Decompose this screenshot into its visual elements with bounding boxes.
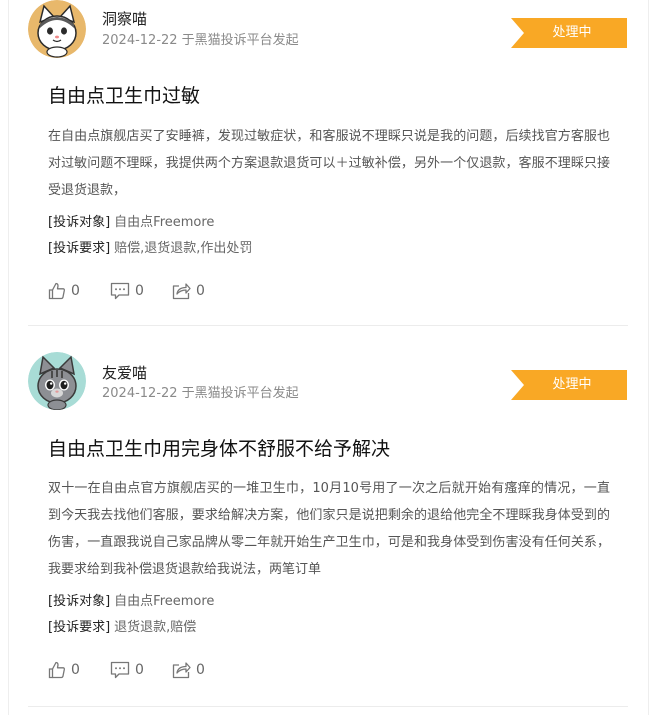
share-icon — [172, 662, 191, 679]
gray-cat-avatar-icon — [28, 352, 86, 410]
status-badge: 处理中 — [511, 18, 627, 48]
complaint-body: 双十一在自由点官方旗舰店买的一堆卫生巾，10月10号用了一次之后就开始有瘙痒的情… — [48, 481, 610, 577]
demand-label: [投诉要求] — [48, 241, 111, 256]
card-divider — [28, 325, 628, 326]
share-count: 0 — [196, 283, 205, 299]
target-value[interactable]: 自由点Freemore — [114, 594, 214, 609]
status-label: 处理中 — [552, 25, 592, 40]
status-label: 处理中 — [552, 377, 592, 392]
target-label: [投诉对象] — [48, 594, 111, 609]
share-button[interactable]: 0 — [172, 281, 205, 301]
avatar[interactable] — [28, 0, 86, 58]
complaint-target: [投诉对象] 自由点Freemore — [48, 214, 214, 232]
complaint-target: [投诉对象] 自由点Freemore — [48, 593, 214, 611]
demand-label: [投诉要求] — [48, 620, 111, 635]
post-meta: 2024-12-22 于黑猫投诉平台发起 — [102, 33, 299, 48]
comment-button[interactable]: 0 — [110, 660, 144, 680]
like-button[interactable]: 0 — [48, 660, 80, 680]
comment-button[interactable]: 0 — [110, 281, 144, 301]
user-name[interactable]: 洞察喵 — [102, 10, 147, 28]
complaint-card[interactable]: 友爱喵 2024-12-22 于黑猫投诉平台发起 处理中 自由点卫生巾用完身体不… — [0, 352, 651, 715]
complaint-title[interactable]: 自由点卫生巾用完身体不舒服不给予解决 — [48, 437, 628, 461]
thumbs-up-icon — [48, 282, 65, 300]
comment-icon — [110, 661, 130, 679]
comment-count: 0 — [135, 662, 144, 678]
target-value[interactable]: 自由点Freemore — [114, 215, 214, 230]
like-button[interactable]: 0 — [48, 281, 80, 301]
complaint-card[interactable]: 洞察喵 2024-12-22 于黑猫投诉平台发起 处理中 自由点卫生巾过敏 在自… — [0, 0, 651, 326]
orange-cat-avatar-icon — [28, 0, 86, 58]
avatar[interactable] — [28, 352, 86, 410]
post-meta: 2024-12-22 于黑猫投诉平台发起 — [102, 386, 299, 401]
complaint-title[interactable]: 自由点卫生巾过敏 — [48, 84, 628, 108]
complaint-body: 在自由点旗舰店买了安睡裤，发现过敏症状，和客服说不理睬只说是我的问题，后续找官方… — [48, 129, 610, 198]
complaint-feed: 洞察喵 2024-12-22 于黑猫投诉平台发起 处理中 自由点卫生巾过敏 在自… — [0, 0, 651, 715]
target-label: [投诉对象] — [48, 215, 111, 230]
complaint-demand: [投诉要求] 赔偿,退货退款,作出处罚 — [48, 240, 252, 258]
demand-value: 退货退款,赔偿 — [114, 620, 197, 635]
status-badge: 处理中 — [511, 370, 627, 400]
share-count: 0 — [196, 662, 205, 678]
card-divider — [28, 706, 628, 707]
like-count: 0 — [71, 662, 80, 678]
complaint-demand: [投诉要求] 退货退款,赔偿 — [48, 619, 196, 637]
like-count: 0 — [71, 283, 80, 299]
user-name[interactable]: 友爱喵 — [102, 364, 147, 382]
share-icon — [172, 283, 191, 300]
thumbs-up-icon — [48, 661, 65, 679]
share-button[interactable]: 0 — [172, 660, 205, 680]
comment-icon — [110, 282, 130, 300]
comment-count: 0 — [135, 283, 144, 299]
demand-value: 赔偿,退货退款,作出处罚 — [114, 241, 253, 256]
